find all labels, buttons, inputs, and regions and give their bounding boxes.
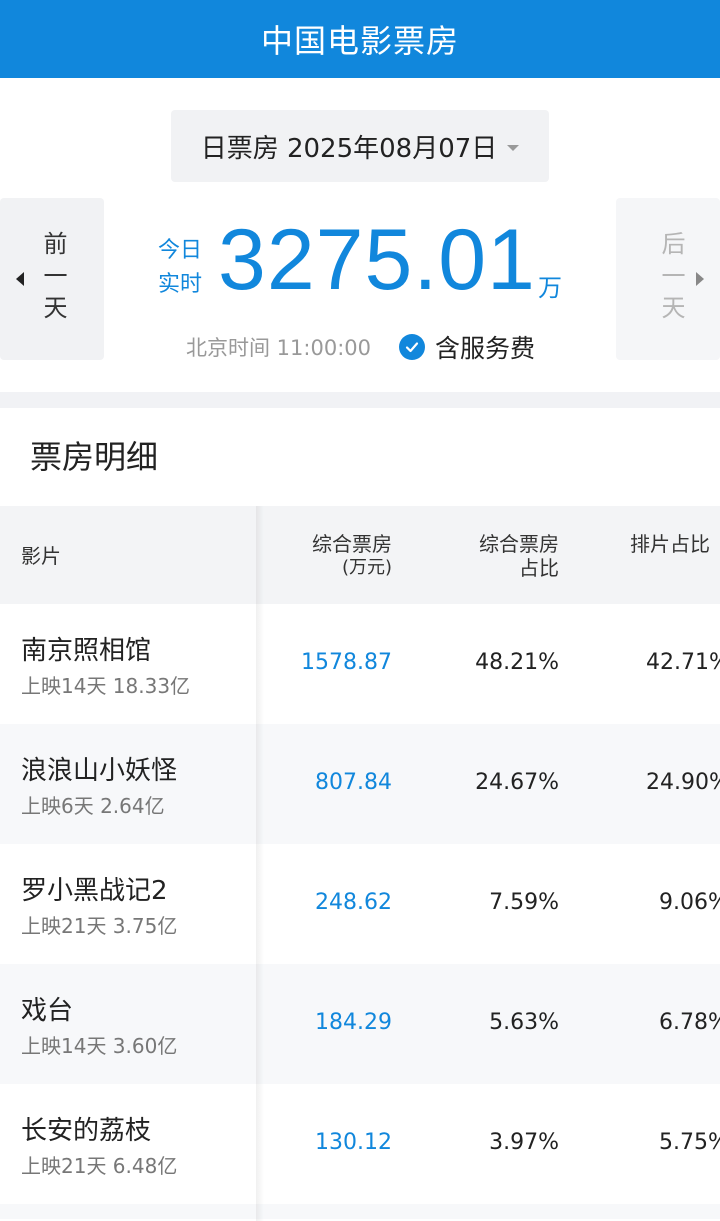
date-picker-label: 日票房 2025年08月07日 — [200, 133, 498, 164]
film-meta: 上映6天 2.64亿 — [21, 794, 165, 818]
box-share-value: 7.59% — [489, 890, 559, 915]
film-name: 罗小黑战记2 — [21, 876, 168, 906]
date-picker[interactable]: 日票房 2025年08月07日 — [171, 110, 549, 182]
time-line: 北京时间 11:00:00 含服务费 — [186, 329, 535, 365]
film-name: 浪浪山小妖怪 — [21, 756, 178, 786]
film-meta: 上映21天 3.75亿 — [21, 914, 178, 938]
summary-panel: 日票房 2025年08月07日 前一天 今日 实时 3275.01 万 后一天 … — [0, 78, 720, 392]
prev-day-label: 前一天 — [39, 231, 67, 327]
col-film: 影片 — [21, 544, 61, 568]
film-meta: 上映14天 3.60亿 — [21, 1034, 178, 1058]
service-fee-toggle[interactable]: 含服务费 — [435, 329, 535, 365]
box-office-value: 248.62 — [315, 890, 392, 915]
table-row[interactable]: 长安的荔枝 上映21天 6.48亿 130.12 3.97% 5.75% — [0, 1084, 720, 1204]
table-header: 影片 综合票房 (万元) 综合票房 占比 排片占比 — [0, 506, 720, 604]
table-row-partial — [0, 1204, 720, 1219]
box-office-value: 130.12 — [315, 1130, 392, 1155]
col-box-office-line2: (万元) — [341, 557, 392, 578]
film-meta: 上映14天 18.33亿 — [21, 674, 191, 698]
next-day-label: 后一天 — [657, 231, 685, 327]
box-office-value: 807.84 — [315, 770, 392, 795]
table-row[interactable]: 浪浪山小妖怪 上映6天 2.64亿 807.84 24.67% 24.90% — [0, 724, 720, 844]
col-schedule[interactable]: 排片占比 — [630, 532, 710, 556]
realtime-label: 今日 实时 — [158, 234, 210, 302]
total-unit: 万 — [538, 274, 562, 302]
box-office-value: 1578.87 — [301, 650, 392, 675]
table-row[interactable]: 南京照相馆 上映14天 18.33亿 1578.87 48.21% 42.71% — [0, 604, 720, 724]
film-name: 戏台 — [21, 996, 74, 1026]
app-header: 中国电影票房 — [0, 0, 720, 78]
section-divider — [0, 392, 720, 408]
box-share-value: 24.67% — [475, 770, 559, 795]
total-box-office: 3275.01 — [218, 212, 536, 308]
detail-title: 票房明细 — [30, 438, 159, 476]
box-office-table: 影片 综合票房 (万元) 综合票房 占比 排片占比 南京照相馆 上映14天 18… — [0, 506, 720, 1219]
check-icon[interactable] — [399, 334, 425, 360]
chevron-down-icon — [507, 145, 520, 151]
box-office-value: 184.29 — [315, 1010, 392, 1035]
page-title: 中国电影票房 — [260, 22, 459, 60]
schedule-share-value: 5.75% — [659, 1130, 720, 1155]
box-share-value: 48.21% — [475, 650, 559, 675]
beijing-time: 北京时间 11:00:00 — [186, 336, 371, 360]
film-name: 南京照相馆 — [21, 636, 152, 666]
schedule-share-value: 6.78% — [659, 1010, 720, 1035]
schedule-share-value: 9.06% — [659, 890, 720, 915]
col-box-office-line1: 综合票房 — [312, 532, 392, 556]
schedule-share-value: 42.71% — [646, 650, 720, 675]
table-row[interactable]: 罗小黑战记2 上映21天 3.75亿 248.62 7.59% 9.06% — [0, 844, 720, 964]
col-share-line2: 占比 — [519, 556, 559, 580]
chevron-right-icon — [696, 272, 704, 286]
table-row[interactable]: 戏台 上映14天 3.60亿 184.29 5.63% 6.78% — [0, 964, 720, 1084]
film-meta: 上映21天 6.48亿 — [21, 1154, 178, 1178]
chevron-left-icon — [16, 272, 24, 286]
prev-day-button[interactable]: 前一天 — [0, 198, 104, 360]
col-share[interactable]: 综合票房 占比 — [463, 532, 559, 580]
box-share-value: 3.97% — [489, 1130, 559, 1155]
film-name: 长安的荔枝 — [21, 1116, 152, 1146]
realtime-label-line2: 实时 — [158, 272, 203, 297]
col-share-line1: 综合票房 — [479, 532, 559, 556]
realtime-label-line1: 今日 — [158, 238, 203, 263]
schedule-share-value: 24.90% — [646, 770, 720, 795]
col-box-office[interactable]: 综合票房 (万元) — [296, 532, 392, 580]
next-day-button[interactable]: 后一天 — [616, 198, 720, 360]
box-share-value: 5.63% — [489, 1010, 559, 1035]
